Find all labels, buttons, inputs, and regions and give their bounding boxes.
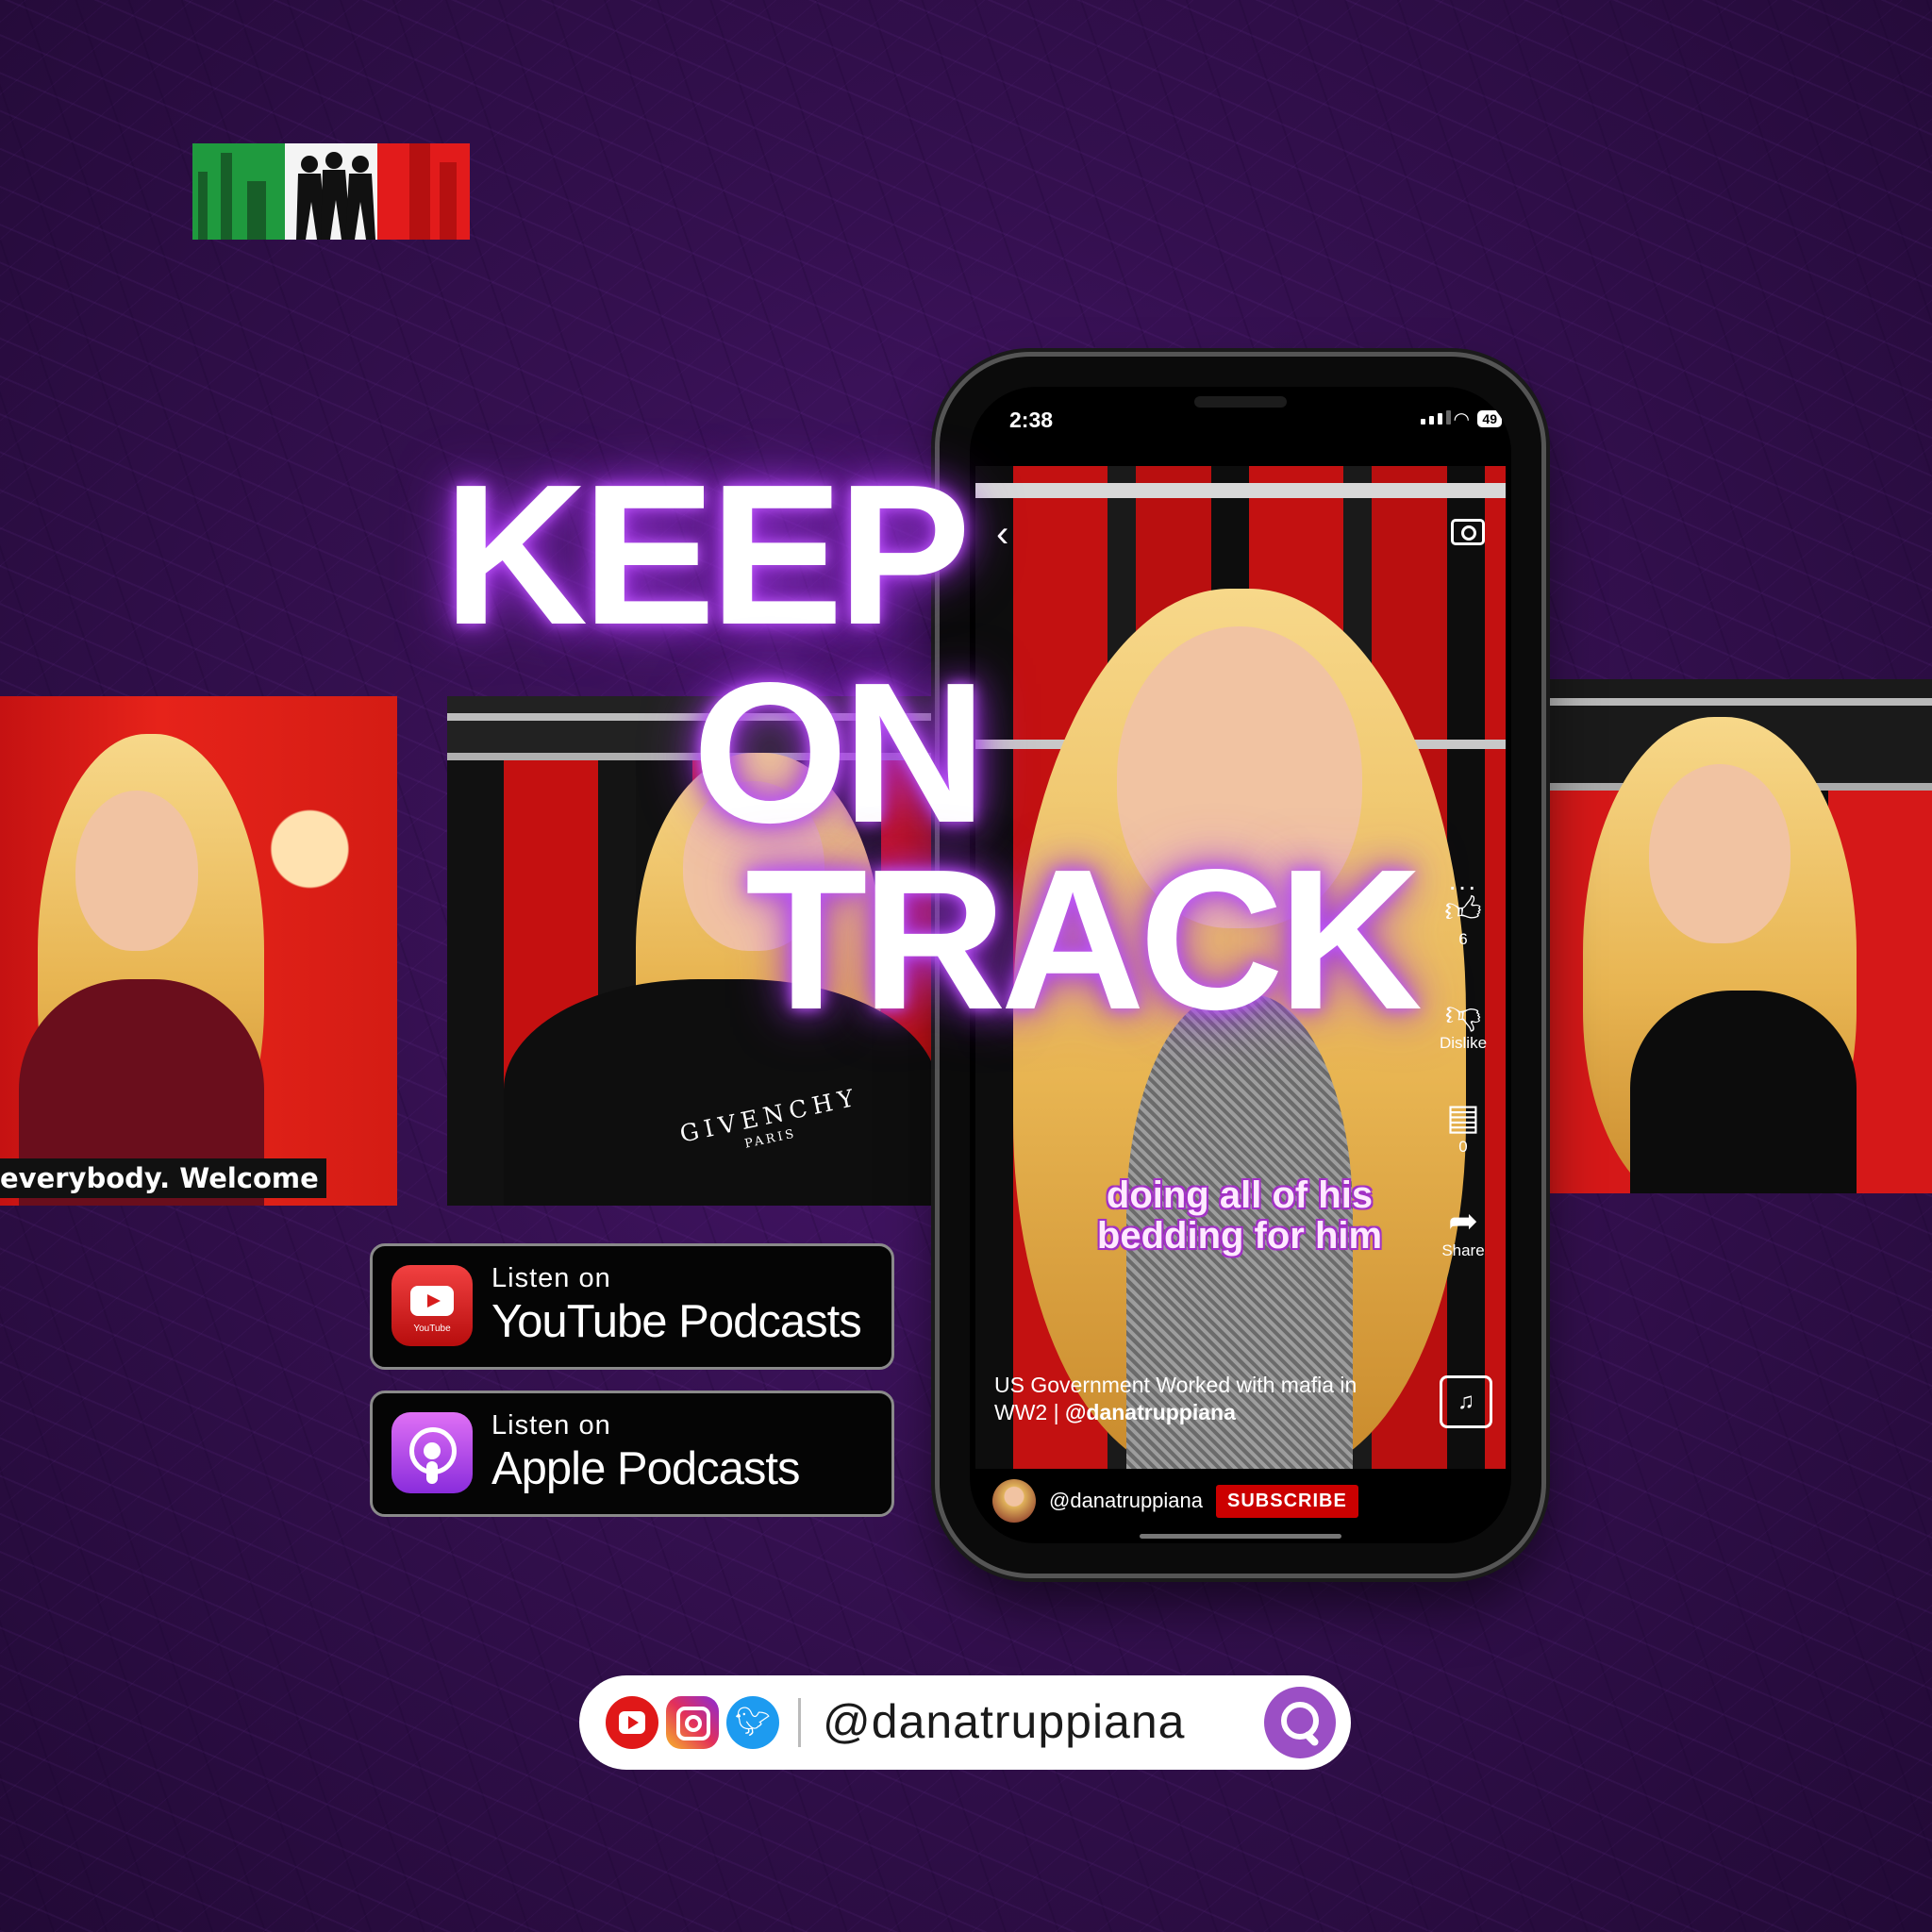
apple-podcasts-button[interactable]: Listen on Apple Podcasts [370,1391,894,1517]
dislike-label: Dislike [1439,1034,1488,1052]
avatar[interactable] [992,1479,1036,1523]
brand-logo [192,143,470,240]
sound-icon[interactable]: ♫ [1440,1375,1492,1428]
like-count: 6 [1458,930,1468,948]
dislike-button[interactable]: 👎︎ Dislike [1430,994,1496,1053]
share-button[interactable]: ➦ Share [1430,1202,1496,1260]
camera-icon[interactable] [1451,519,1485,545]
like-button[interactable]: 👍︎ 6 [1430,891,1496,949]
silhouette-graphic [198,143,457,240]
apple-podcasts-label: Apple Podcasts [491,1443,800,1494]
channel-name[interactable]: @danatruppiana [1049,1489,1203,1513]
listen-on-label: Listen on [491,1410,611,1441]
apple-podcasts-icon [391,1412,473,1493]
social-bar: 🐦︎ @danatruppiana [579,1675,1351,1770]
youtube-podcasts-button[interactable]: YouTube Listen on YouTube Podcasts [370,1243,894,1370]
instagram-icon[interactable] [666,1696,719,1749]
youtube-icon: YouTube [391,1265,473,1346]
signal-icon [1421,410,1451,425]
thumbs-down-icon: 👎︎ [1444,994,1482,1034]
headline-line-3: TRACK [745,827,1423,1051]
listen-on-label: Listen on [491,1263,611,1293]
status-bar: 2:38 ◠ 49 [970,387,1511,462]
status-time: 2:38 [1009,408,1054,432]
video-subtitle: doing all of his bedding for him [1096,1174,1383,1257]
clip-panel-right [1545,679,1932,1193]
subscribe-button[interactable]: SUBSCRIBE [1216,1484,1358,1518]
social-handle[interactable]: @danatruppiana [823,1694,1185,1749]
video-title[interactable]: US Government Worked with mafia in WW2 |… [994,1372,1409,1426]
channel-row: @danatruppiana SUBSCRIBE [992,1479,1358,1523]
face [1649,764,1790,943]
comment-count: 0 [1458,1138,1468,1156]
video-title-handle[interactable]: @danatruppiana [1065,1400,1236,1424]
youtube-podcasts-label: YouTube Podcasts [491,1296,862,1347]
chevron-left-icon[interactable]: ‹ [996,513,1008,556]
comment-icon: ▤ [1446,1098,1480,1138]
comment-button[interactable]: ▤ 0 [1430,1098,1496,1157]
search-icon[interactable] [1264,1687,1336,1758]
share-label: Share [1441,1241,1485,1259]
battery-icon: 49 [1477,410,1502,427]
video-caption: everybody. Welcome [0,1158,326,1198]
headline-line-2: ON [692,641,987,864]
headline-line-1: KEEP [443,442,971,666]
top [1630,991,1857,1193]
youtube-icon[interactable] [606,1696,658,1749]
divider [798,1698,801,1747]
action-rail: 👍︎ 6 👎︎ Dislike ▤ 0 ➦ Share [1430,891,1496,1306]
clip-panel-left: everybody. Welcome [0,696,397,1206]
wifi-icon: ◠ [1453,409,1470,430]
face [75,791,198,951]
home-indicator [1140,1534,1341,1539]
share-icon: ➦ [1448,1202,1478,1241]
twitter-icon[interactable]: 🐦︎ [726,1696,779,1749]
thumbs-up-icon: 👍︎ [1444,891,1482,930]
